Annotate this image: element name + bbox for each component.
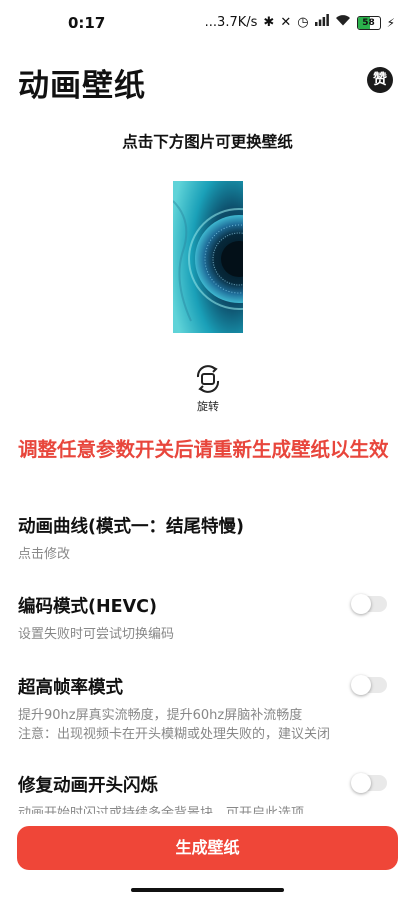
rotate-button[interactable]: 旋转 — [183, 364, 233, 414]
setting-note: 注意：出现视频卡在开头模糊或处理失败的，建议关闭 — [18, 727, 331, 742]
setting-high-framerate: 超高帧率模式 提升90hz屏真实流畅度，提升60hz屏脑补流畅度 注意：出现视频… — [0, 666, 415, 750]
home-indicator — [131, 888, 284, 892]
bluetooth-icon: ✱ — [263, 14, 275, 30]
status-bar: 0:17 ...3.7K/s ✱ ✕ ◷ 58 ⚡ — [0, 0, 415, 48]
setting-animation-curve[interactable]: 动画曲线(模式一：结尾特慢) 点击修改 — [0, 505, 415, 569]
fix-flicker-toggle[interactable] — [351, 773, 387, 793]
wifi-icon — [335, 14, 351, 31]
status-icons: ...3.7K/s ✱ ✕ ◷ 58 ⚡ — [205, 14, 395, 31]
setting-subtitle: 点击修改 — [18, 547, 71, 562]
regenerate-warning: 调整任意参数开关后请重新生成壁纸以生效 — [18, 438, 389, 461]
change-wallpaper-tip: 点击下方图片可更换壁纸 — [122, 133, 293, 151]
setting-subtitle: 提升90hz屏真实流畅度，提升60hz屏脑补流畅度 — [18, 708, 303, 723]
mute-icon: ✕ — [280, 14, 292, 30]
generate-wallpaper-button[interactable]: 生成壁纸 — [17, 826, 398, 870]
charging-icon: ⚡ — [386, 15, 395, 30]
network-speed: ...3.7K/s — [204, 14, 258, 30]
high-framerate-toggle[interactable] — [351, 675, 387, 695]
scroll-fade — [0, 812, 415, 824]
encoding-mode-toggle[interactable] — [351, 594, 387, 614]
rotate-icon — [196, 365, 220, 393]
setting-title: 动画曲线(模式一：结尾特慢) — [18, 517, 244, 537]
battery-icon: 58 — [356, 15, 381, 30]
setting-title: 编码模式(HEVC) — [18, 597, 157, 617]
setting-subtitle: 设置失败时可尝试切换编码 — [18, 627, 175, 642]
setting-title: 修复动画开头闪烁 — [18, 776, 158, 796]
setting-title: 超高帧率模式 — [18, 678, 123, 698]
alarm-icon: ◷ — [297, 14, 309, 30]
setting-fix-flicker: 修复动画开头闪烁 动画开始时闪过或持续多余背景块，可开启此选项 — [0, 764, 415, 814]
wallpaper-preview[interactable] — [173, 181, 243, 333]
status-time: 0:17 — [68, 14, 106, 32]
signal-icon — [314, 14, 329, 31]
rotate-label: 旋转 — [197, 400, 219, 413]
setting-encoding-mode: 编码模式(HEVC) 设置失败时可尝试切换编码 — [0, 585, 415, 649]
page-title: 动画壁纸 — [18, 68, 146, 104]
like-button[interactable]: 赞 — [367, 67, 393, 93]
